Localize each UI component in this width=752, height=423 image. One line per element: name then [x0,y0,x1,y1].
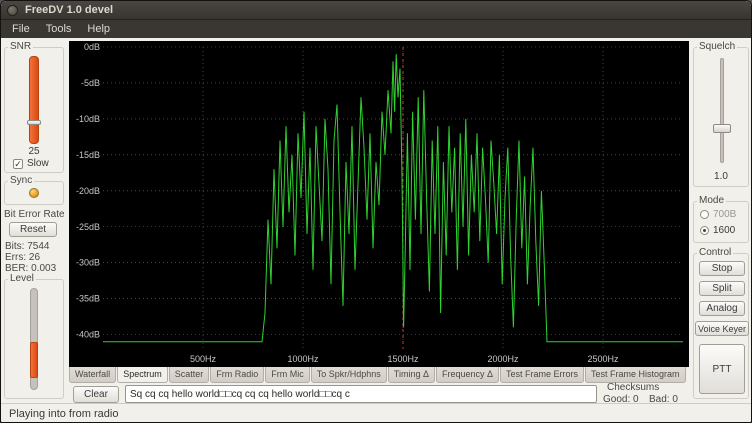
snr-group: SNR 25 ✓ Slow [4,47,64,173]
mode-radio-1600[interactable]: 1600 [700,225,735,236]
mode-1600-label: 1600 [713,225,735,236]
svg-text:-20dB: -20dB [76,186,100,196]
svg-text:-5dB: -5dB [81,78,100,88]
svg-text:-15dB: -15dB [76,150,100,160]
menu-file[interactable]: File [5,22,37,36]
svg-text:1500Hz: 1500Hz [387,354,419,364]
svg-text:2000Hz: 2000Hz [487,354,519,364]
mode-group: Mode 700B 1600 [693,201,749,243]
squelch-slider-track [720,58,724,163]
tab-test-frame-errors[interactable]: Test Frame Errors [500,367,584,383]
level-meter-fill [30,342,38,378]
analog-button[interactable]: Analog [699,301,745,316]
svg-text:-10dB: -10dB [76,114,100,124]
radio-icon [700,226,709,235]
tab-spectrum[interactable]: Spectrum [117,367,168,383]
mode-label: Mode [697,195,726,206]
level-label: Level [8,273,36,284]
tab-frequency-delta[interactable]: Frequency Δ [436,367,499,383]
level-group: Level [4,279,64,399]
split-button[interactable]: Split [699,281,745,296]
squelch-slider-thumb[interactable] [713,124,731,133]
control-group: Control Stop Split Analog Voice Keyer PT… [693,253,749,399]
snr-label: SNR [8,41,33,52]
svg-text:-40dB: -40dB [76,330,100,340]
spectrum-plot: 0dB -5dB -10dB -15dB -20dB -25dB -30dB -35dB -40… [69,41,689,367]
svg-text:500Hz: 500Hz [190,354,217,364]
squelch-group: Squelch 1.0 [693,47,749,187]
control-label: Control [697,247,733,258]
menu-tools[interactable]: Tools [39,22,79,36]
checkbox-check-icon: ✓ [13,159,23,169]
window-title: FreeDV 1.0 devel [25,4,113,16]
snr-meter-thumb [27,120,41,125]
tx-text-input[interactable] [125,385,597,403]
radio-icon [700,210,709,219]
slow-checkbox[interactable]: ✓ Slow [13,158,49,169]
mode-radio-700b[interactable]: 700B [700,209,736,220]
statusbar: Playing into from radio [1,403,751,423]
errs-stat: Errs: 26 [5,252,40,263]
snr-value: 25 [5,146,63,157]
clear-button[interactable]: Clear [73,386,119,403]
svg-text:1000Hz: 1000Hz [287,354,319,364]
tab-frm-radio[interactable]: Frm Radio [210,367,264,383]
titlebar: FreeDV 1.0 devel [1,1,751,20]
bit-error-rate-label: Bit Error Rate [4,209,65,220]
tab-to-spkr-hdphns[interactable]: To Spkr/Hdphns [311,367,387,383]
tab-frm-mic[interactable]: Frm Mic [265,367,310,383]
menubar: File Tools Help [1,20,751,38]
tab-timing-delta[interactable]: Timing Δ [388,367,435,383]
sync-led-indicator [29,188,39,198]
tab-test-frame-histogram[interactable]: Test Frame Histogram [585,367,686,383]
svg-text:-35dB: -35dB [76,294,100,304]
plot-tabs: Waterfall Spectrum Scatter Frm Radio Frm… [69,367,689,383]
slow-checkbox-label: Slow [27,158,49,169]
status-text: Playing into from radio [9,408,118,420]
tab-scatter[interactable]: Scatter [169,367,210,383]
menu-help[interactable]: Help [80,22,117,36]
squelch-value: 1.0 [694,171,748,182]
svg-text:0dB: 0dB [84,42,100,52]
window-close-button[interactable] [7,5,18,16]
sync-group: Sync [4,181,64,205]
checksums-label: Checksums [607,382,659,393]
bits-stat: Bits: 7544 [5,241,49,252]
stop-button[interactable]: Stop [699,261,745,276]
tab-waterfall[interactable]: Waterfall [69,367,116,383]
sync-label: Sync [8,175,34,186]
spectrum-chart: 0dB -5dB -10dB -15dB -20dB -25dB -30dB -35dB -40… [69,41,689,367]
app-window: FreeDV 1.0 devel File Tools Help SNR 25 … [0,0,752,423]
voice-keyer-button[interactable]: Voice Keyer [695,321,749,336]
mode-700b-label: 700B [713,209,736,220]
svg-text:-30dB: -30dB [76,258,100,268]
squelch-label: Squelch [697,41,737,52]
svg-text:-25dB: -25dB [76,222,100,232]
svg-text:2500Hz: 2500Hz [587,354,619,364]
reset-button[interactable]: Reset [9,222,57,237]
snr-meter-fill [29,56,39,144]
ptt-button[interactable]: PTT [699,344,745,394]
